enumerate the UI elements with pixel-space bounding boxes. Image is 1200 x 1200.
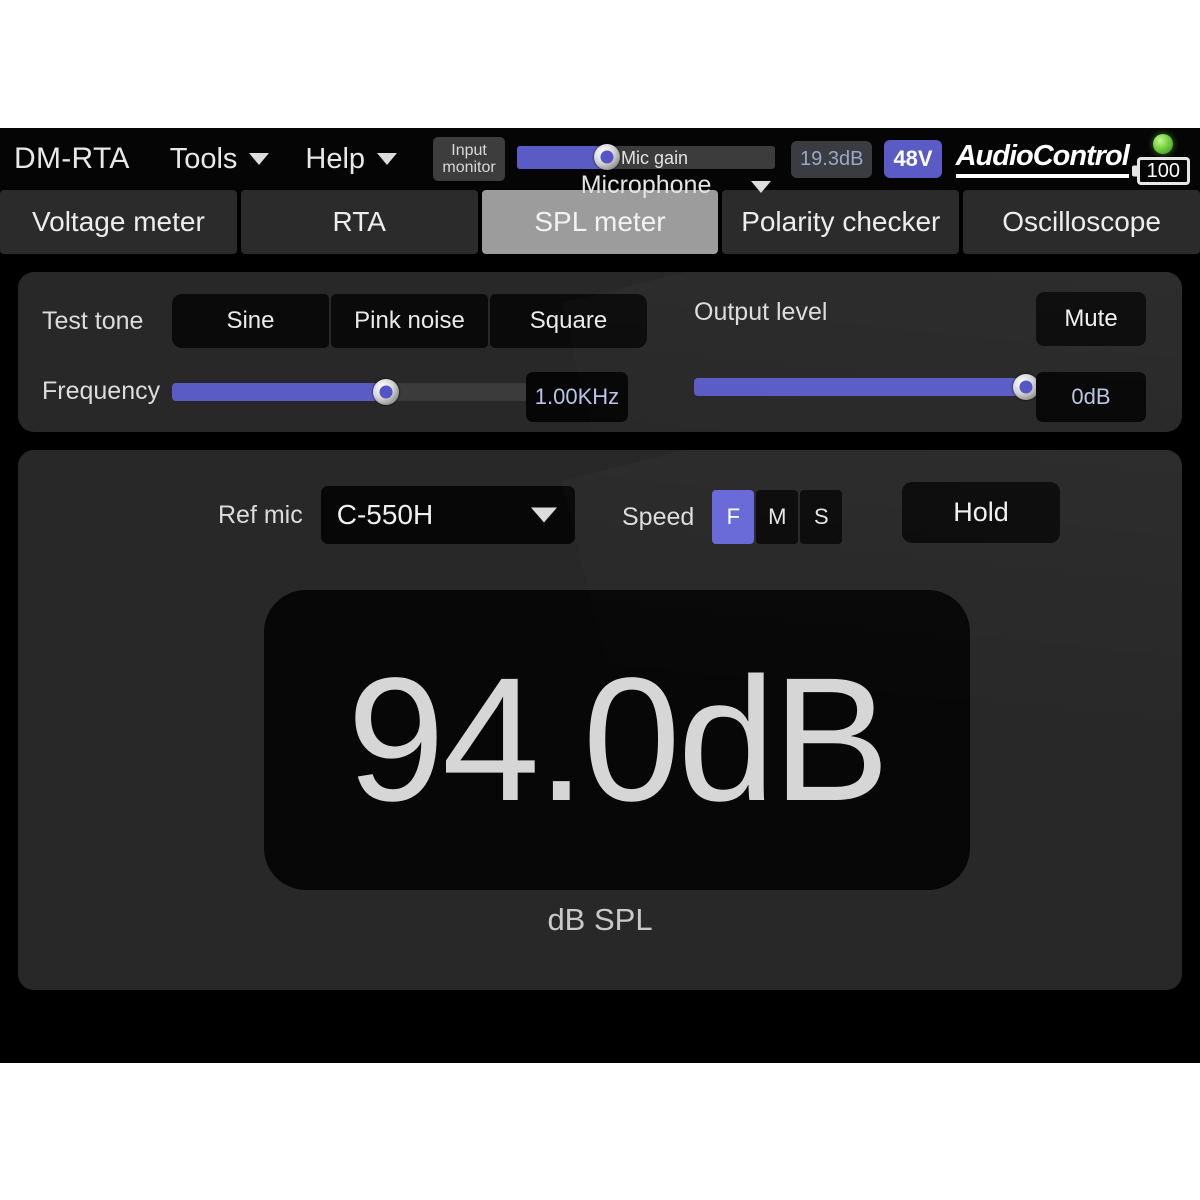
ref-mic-value: C-550H — [336, 499, 434, 530]
spl-readout-value: 94.0dB — [347, 642, 890, 838]
speed-slow-button[interactable]: S — [800, 490, 843, 544]
output-level-slider[interactable] — [694, 374, 1039, 400]
test-tone-pink-noise-button[interactable]: Pink noise — [331, 294, 488, 348]
mic-gain-label: Mic gain — [621, 147, 689, 168]
frequency-slider-fill — [172, 382, 386, 401]
tab-spl-meter[interactable]: SPL meter — [481, 190, 719, 254]
ref-mic-select[interactable]: C-550H — [320, 486, 575, 544]
speed-medium-button[interactable]: M — [756, 490, 799, 544]
test-tone-row: Test tone Sine Pink noise Square — [42, 294, 647, 348]
frequency-slider[interactable] — [172, 378, 528, 405]
frequency-value[interactable]: 1.00KHz — [526, 372, 628, 422]
input-monitor-label-line1: Input — [451, 142, 487, 159]
menu-tools[interactable]: Tools — [170, 143, 270, 176]
ref-mic-row: Ref mic C-550H — [218, 486, 575, 544]
spl-meter-panel: Ref mic C-550H Speed F M S Hold 94.0dB d… — [18, 450, 1182, 990]
frequency-slider-thumb[interactable] — [372, 378, 399, 405]
input-source-selector[interactable]: Microphone — [517, 171, 775, 200]
chevron-down-icon — [377, 153, 398, 165]
mic-gain-slider-thumb[interactable] — [594, 144, 621, 170]
test-tone-label: Test tone — [42, 306, 144, 335]
input-source-label: Microphone — [580, 170, 712, 199]
app-title: DM-RTA — [14, 142, 130, 175]
signal-generator-panel: Test tone Sine Pink noise Square Output … — [18, 272, 1182, 432]
tab-voltage-meter[interactable]: Voltage meter — [0, 190, 237, 254]
test-tone-sine-button[interactable]: Sine — [172, 294, 329, 348]
spl-readout-unit: dB SPL — [547, 902, 653, 937]
output-level-slider-fill — [694, 378, 1026, 396]
hold-button[interactable]: Hold — [902, 482, 1060, 543]
chevron-down-icon — [751, 180, 772, 193]
speed-fast-button[interactable]: F — [712, 490, 755, 544]
mute-button[interactable]: Mute — [1036, 292, 1146, 346]
spl-readout-display: 94.0dB — [264, 590, 970, 890]
frequency-label: Frequency — [42, 377, 161, 405]
chevron-down-icon — [249, 153, 270, 165]
mic-gain-slider[interactable]: Mic gain — [517, 144, 776, 170]
speed-row: Speed F M S — [622, 490, 843, 544]
input-monitor-button[interactable]: Input monitor — [433, 137, 506, 181]
chevron-down-icon — [530, 507, 557, 523]
tab-oscilloscope[interactable]: Oscilloscope — [963, 190, 1200, 254]
output-level-label: Output level — [694, 298, 828, 326]
tab-polarity-checker[interactable]: Polarity checker — [722, 190, 960, 254]
speed-options: F M S — [712, 490, 843, 544]
test-tone-options: Sine Pink noise Square — [172, 294, 647, 348]
speed-label: Speed — [622, 502, 695, 531]
main-tab-bar: Voltage meter RTA SPL meter Polarity che… — [0, 190, 1200, 258]
menu-help[interactable]: Help — [305, 142, 398, 176]
mic-gain-control: Mic gain Microphone — [517, 144, 776, 199]
test-tone-square-button[interactable]: Square — [490, 294, 647, 348]
battery-indicator: 100 — [1136, 156, 1190, 185]
input-monitor-label-line2: monitor — [442, 159, 496, 176]
menu-tools-label: Tools — [169, 142, 238, 175]
menu-help-label: Help — [305, 142, 366, 175]
dm-rta-application-window: DM-RTA Tools Help Input monitor Mic gain… — [0, 128, 1200, 1063]
output-level-label-row: Output level — [694, 298, 827, 327]
gain-readout-badge: 19.3dB — [791, 140, 873, 178]
power-led-icon — [1153, 133, 1174, 154]
ref-mic-label: Ref mic — [218, 500, 303, 529]
tab-rta[interactable]: RTA — [240, 190, 478, 254]
frequency-row: Frequency — [42, 377, 528, 406]
phantom-power-badge[interactable]: 48V — [884, 140, 942, 178]
top-menu-bar: DM-RTA Tools Help Input monitor Mic gain… — [0, 128, 1200, 199]
brand-logo: AudioControl — [955, 140, 1130, 178]
output-level-value[interactable]: 0dB — [1036, 372, 1146, 422]
status-indicators: 100 — [1136, 133, 1190, 185]
